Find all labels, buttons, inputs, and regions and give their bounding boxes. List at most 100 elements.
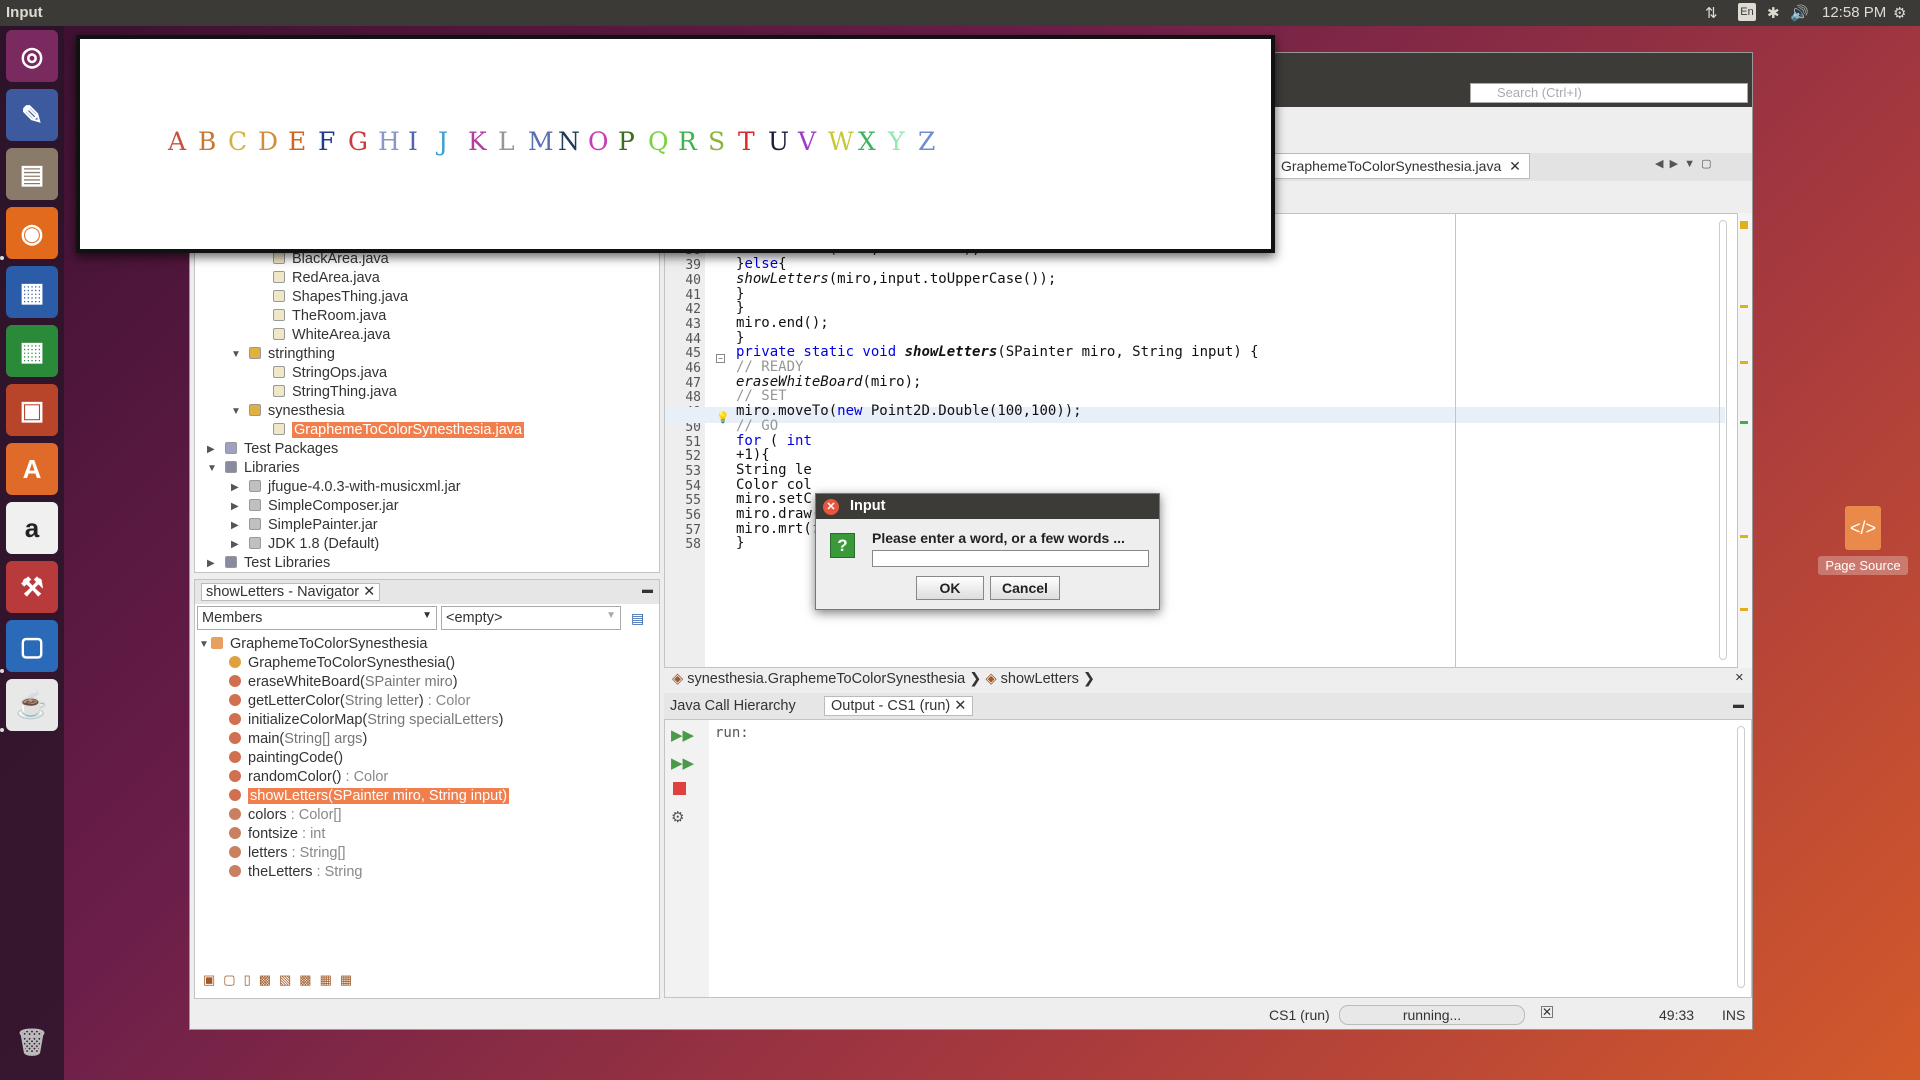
expand-icon[interactable]: ▶ xyxy=(231,482,239,493)
navigator-member[interactable]: letters : String[] xyxy=(229,845,346,861)
software-center-icon[interactable]: A xyxy=(6,443,58,495)
line-number: 53 xyxy=(685,463,701,479)
tree-item[interactable]: WhiteArea.java xyxy=(273,327,390,343)
breadcrumb-class[interactable]: synesthesia.GraphemeToColorSynesthesia xyxy=(687,671,965,687)
painted-letter: T xyxy=(738,127,755,156)
keyboard-layout-indicator[interactable]: En xyxy=(1738,3,1756,21)
painted-letter: U xyxy=(768,127,790,156)
amazon-icon[interactable]: a xyxy=(6,502,58,554)
tree-item[interactable]: ▼ stringthing xyxy=(231,346,335,362)
output-panel: ▶▶ ▶▶ ⚙ run: xyxy=(664,719,1752,998)
clock[interactable]: 12:58 PM xyxy=(1822,4,1886,21)
tab-grapheme-file[interactable]: GraphemeToColorSynesthesia.java ✕ xyxy=(1272,153,1530,179)
collapse-icon[interactable]: ▼ xyxy=(231,406,241,417)
navigator-member[interactable]: theLetters : String xyxy=(229,864,362,880)
navigator-member[interactable]: fontsize : int xyxy=(229,826,325,842)
tab-scroll-controls[interactable]: ◀ ▶ ▼ ▢ xyxy=(1655,157,1712,170)
text-editor-icon[interactable]: ✎ xyxy=(6,89,58,141)
close-breadcrumb-icon[interactable]: ✕ xyxy=(1735,671,1744,684)
navigator-member[interactable]: main(String[] args) xyxy=(229,731,367,747)
calc-icon[interactable]: ▦ xyxy=(6,325,58,377)
navigator-member[interactable]: initializeColorMap(String specialLetters… xyxy=(229,712,503,728)
fold-icon[interactable]: − xyxy=(716,354,725,363)
members-filter-select[interactable]: Members ▼ xyxy=(197,606,437,630)
search-input[interactable]: Search (Ctrl+I) xyxy=(1470,83,1748,103)
navigator-member[interactable]: GraphemeToColorSynesthesia() xyxy=(229,655,455,671)
breadcrumb-method[interactable]: showLetters xyxy=(1001,671,1079,687)
desktop-page-source[interactable]: </> Page Source xyxy=(1818,506,1908,575)
secondary-filter-select[interactable]: <empty> ▼ xyxy=(441,606,621,630)
rerun-different-icon[interactable]: ▶▶ xyxy=(671,754,694,772)
writer-icon[interactable]: ▦ xyxy=(6,266,58,318)
trash-icon[interactable]: 🗑 xyxy=(6,1016,58,1068)
hint-bulb-icon[interactable]: 💡 xyxy=(716,411,730,424)
navigator-member[interactable]: colors : Color[] xyxy=(229,807,341,823)
java-file-icon xyxy=(273,309,285,321)
minimize-output-icon[interactable]: ▬ xyxy=(1733,699,1744,711)
expand-icon[interactable]: ▶ xyxy=(231,539,239,550)
files-icon[interactable]: ▤ xyxy=(6,148,58,200)
expand-icon[interactable]: ▶ xyxy=(231,520,239,531)
jar-icon xyxy=(249,518,261,530)
tree-item[interactable]: ▶ Test Packages xyxy=(207,441,338,457)
navigator-member[interactable]: showLetters(SPainter miro, String input) xyxy=(229,788,510,804)
tree-item[interactable]: ▶ SimplePainter.jar xyxy=(231,517,378,533)
jar-icon xyxy=(249,480,261,492)
navigator-options-icon[interactable]: ▤ xyxy=(631,610,644,627)
output-settings-icon[interactable]: ⚙ xyxy=(671,808,684,826)
navigator-member[interactable]: paintingCode() xyxy=(229,750,343,766)
navigator-member[interactable]: randomColor() : Color xyxy=(229,769,388,785)
tree-item[interactable]: ▶ Test Libraries xyxy=(207,555,330,571)
tree-item[interactable]: BlackArea.java xyxy=(273,251,389,267)
word-input[interactable] xyxy=(872,550,1149,567)
tab-output[interactable]: Output - CS1 (run) ✕ xyxy=(824,696,974,716)
tree-item[interactable]: TheRoom.java xyxy=(273,308,386,324)
tree-item[interactable]: ShapesThing.java xyxy=(273,289,408,305)
volume-icon[interactable]: 🔊 xyxy=(1790,4,1809,22)
stop-build-icon[interactable] xyxy=(673,782,686,795)
firefox-icon[interactable]: ◉ xyxy=(6,207,58,259)
ok-button[interactable]: OK xyxy=(916,576,984,600)
close-tab-icon[interactable]: ✕ xyxy=(1509,158,1521,174)
tree-item[interactable]: ▶ SimpleComposer.jar xyxy=(231,498,399,514)
system-menu-gear-icon[interactable]: ⚙ xyxy=(1893,4,1906,22)
expand-icon[interactable]: ▶ xyxy=(231,501,239,512)
code-line: eraseWhiteBoard(miro); xyxy=(736,373,922,390)
tree-item[interactable]: StringThing.java xyxy=(273,384,397,400)
expand-icon[interactable]: ▶ xyxy=(207,558,215,569)
collapse-icon[interactable]: ▼ xyxy=(207,463,217,474)
tree-item[interactable]: ▶ JDK 1.8 (Default) xyxy=(231,536,379,552)
navigator-filter-toolbar[interactable]: ▣▢▯▩▧▩▦▦ xyxy=(203,972,360,988)
code-line: miro.setC xyxy=(736,491,812,508)
settings-icon[interactable]: ⚒ xyxy=(6,561,58,613)
navigator-tab[interactable]: showLetters - Navigator ✕ xyxy=(201,583,381,601)
collapse-icon[interactable]: ▼ xyxy=(231,349,241,360)
tree-item[interactable]: GraphemeToColorSynesthesia.java xyxy=(273,422,525,438)
tree-item[interactable]: ▼ synesthesia xyxy=(231,403,345,419)
cancel-task-icon[interactable]: ✕ xyxy=(1541,1006,1553,1018)
tree-item[interactable]: StringOps.java xyxy=(273,365,387,381)
network-icon[interactable]: ⇅ xyxy=(1705,4,1718,22)
java-icon[interactable]: ☕ xyxy=(6,679,58,731)
output-scrollbar[interactable] xyxy=(1737,726,1745,988)
tree-item[interactable]: ▶ jfugue-4.0.3-with-musicxml.jar xyxy=(231,479,461,495)
bluetooth-icon[interactable]: ✱ xyxy=(1767,4,1780,22)
ubuntu-logo-icon[interactable]: ◎ xyxy=(6,30,58,82)
cancel-button[interactable]: Cancel xyxy=(990,576,1060,600)
rerun-icon[interactable]: ▶▶ xyxy=(671,726,694,744)
navigator-member[interactable]: getLetterColor(String letter) : Color xyxy=(229,693,470,709)
navigator-root[interactable]: ▼ GraphemeToColorSynesthesia xyxy=(199,636,427,652)
expand-icon[interactable]: ▶ xyxy=(207,444,215,455)
navigator-member[interactable]: eraseWhiteBoard(SPainter miro) xyxy=(229,674,458,690)
tree-item[interactable]: RedArea.java xyxy=(273,270,380,286)
impress-icon[interactable]: ▣ xyxy=(6,384,58,436)
breadcrumb: ◈ synesthesia.GraphemeToColorSynesthesia… xyxy=(664,668,1752,692)
close-icon[interactable]: ✕ xyxy=(823,499,839,515)
tree-item[interactable]: ▼ Libraries xyxy=(207,460,300,476)
tree-item-label: GraphemeToColorSynesthesia.java xyxy=(292,422,525,438)
tab-call-hierarchy[interactable]: Java Call Hierarchy xyxy=(670,698,796,714)
minimize-icon[interactable]: ▬ xyxy=(642,584,653,596)
virtualbox-icon[interactable]: ▢ xyxy=(6,620,58,672)
painter-canvas-window: ABCDEFGHIJKLMNOPQRSTUVWXYZ xyxy=(76,35,1275,253)
editor-scrollbar[interactable] xyxy=(1719,220,1727,660)
